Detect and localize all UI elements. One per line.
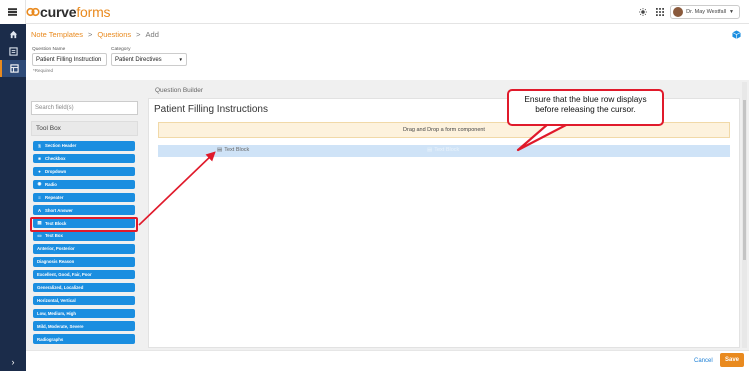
toolbox-title: Tool Box: [31, 121, 138, 136]
toolbox-item-diagnosis-reason[interactable]: Diagnosis Reason: [33, 257, 135, 267]
chevron-down-icon: ▼: [729, 9, 734, 15]
user-name: Dr. May Westfall: [686, 9, 727, 15]
text-block-highlight: [30, 217, 138, 232]
tool-label: Low, Medium, High: [37, 310, 76, 316]
tool-label: Dropdown: [45, 169, 67, 175]
theme-sun-icon[interactable]: [639, 8, 647, 16]
category-select[interactable]: Patient Directives ▼: [111, 53, 187, 66]
user-menu[interactable]: Dr. May Westfall ▼: [670, 5, 740, 19]
templates-icon[interactable]: [0, 60, 26, 77]
toolbox-item-text-box[interactable]: ▭ Text Box: [33, 231, 135, 241]
tool-icon: §: [38, 143, 41, 149]
apps-grid-icon[interactable]: [656, 8, 664, 16]
expand-chevron-icon[interactable]: ›: [0, 357, 26, 367]
scrollbar[interactable]: [742, 82, 747, 348]
question-name-group: Question Name Patient Filling Instructio…: [32, 47, 107, 66]
toolbox-item-anterior-posterior[interactable]: Anterior, Posterior: [33, 244, 135, 254]
tool-icon: ■: [38, 156, 41, 162]
logo-text-forms: forms: [76, 4, 111, 20]
toolbox-item-excellent-good-fair-poor[interactable]: Excellent, Good, Fair, Poor: [33, 269, 135, 280]
curveforms-logo[interactable]: curve forms: [26, 4, 111, 20]
category-label: Category: [111, 47, 131, 52]
builder-title: Patient Filling Instructions: [154, 104, 268, 115]
tool-label: Radio: [45, 181, 57, 187]
tool-label: Mild, Moderate, Severe: [37, 323, 84, 329]
tool-label: Checkbox: [45, 156, 66, 162]
logo-mark-icon: [26, 7, 40, 17]
toolbox-item-mild-moderate-severe[interactable]: Mild, Moderate, Severe: [33, 321, 135, 331]
toolbox-list: § Section Header ■ Checkbox ● Dropdown ◉ Radio ≡…: [33, 141, 135, 347]
ghost-text-block: ▤ Text Block: [427, 147, 460, 153]
tool-icon: ◉: [37, 181, 42, 187]
top-header: curve forms Dr. May Westfall ▼: [26, 0, 749, 24]
tool-label: Horizontal, Vertical: [37, 297, 76, 303]
dragged-text-block[interactable]: ▤ Text Block: [217, 147, 249, 153]
tool-label: Short Answer: [45, 207, 73, 213]
toolbox-item-radio[interactable]: ◉ Radio: [33, 179, 135, 190]
tool-icon: ≡: [38, 194, 41, 200]
tool-icon: ▭: [37, 232, 42, 238]
toolbox-item-generalized-localized[interactable]: Generalized, Localized: [33, 282, 135, 293]
breadcrumb-note-templates[interactable]: Note Templates: [31, 30, 83, 39]
tool-icon: ●: [38, 169, 41, 175]
instruction-callout: Ensure that the blue row displays before…: [507, 89, 664, 126]
question-builder-label: Question Builder: [155, 87, 204, 94]
menu-icon[interactable]: [0, 0, 26, 24]
tool-label: Section Header: [45, 143, 77, 149]
breadcrumb-current: Add: [145, 30, 159, 39]
cube-icon[interactable]: [732, 30, 741, 39]
footer-bar: [26, 350, 749, 371]
toolbox-item-repeater[interactable]: ≡ Repeater: [33, 192, 135, 203]
breadcrumb: Note Templates > Questions > Add: [31, 30, 159, 39]
cancel-button[interactable]: Cancel: [694, 355, 713, 366]
question-name-field[interactable]: Patient Filling Instruction: [32, 53, 107, 66]
search-fields-input[interactable]: Search field(s): [31, 101, 138, 115]
tool-label: Excellent, Good, Fair, Poor: [37, 272, 92, 278]
tool-label: Anterior, Posterior: [37, 246, 75, 252]
text-block-icon: ▤: [427, 147, 433, 153]
left-nav-rail: ›: [0, 0, 26, 371]
tool-label: Repeater: [45, 194, 64, 200]
category-group: Category Patient Directives ▼: [111, 47, 187, 66]
tool-label: Diagnosis Reason: [37, 259, 75, 265]
toolbox-item-horizontal-vertical[interactable]: Horizontal, Vertical: [33, 295, 135, 306]
toolbox-item-short-answer[interactable]: A Short Answer: [33, 205, 135, 215]
toolbox-item-radiographs[interactable]: Radiographs: [33, 334, 135, 344]
avatar: [673, 7, 684, 17]
logo-text-curve: curve: [40, 4, 77, 20]
tool-label: Radiographs: [37, 336, 64, 342]
tool-icon: A: [37, 207, 42, 213]
required-note: *Required: [33, 68, 54, 73]
breadcrumb-separator: >: [87, 30, 93, 39]
toolbox-item-dropdown[interactable]: ● Dropdown: [33, 166, 135, 177]
breadcrumb-separator: >: [136, 30, 141, 39]
breadcrumb-questions[interactable]: Questions: [97, 30, 131, 39]
toolbox-item-low-medium-high[interactable]: Low, Medium, High: [33, 308, 135, 319]
toolbox-item-checkbox[interactable]: ■ Checkbox: [33, 153, 135, 164]
tool-label: Text Box: [45, 233, 63, 239]
tool-label: Generalized, Localized: [37, 285, 84, 291]
question-name-label: Question Name: [32, 47, 66, 52]
save-button[interactable]: Save: [720, 353, 744, 367]
chevron-down-icon: ▼: [178, 57, 183, 62]
toolbox-item-section-header[interactable]: § Section Header: [33, 141, 135, 151]
home-icon[interactable]: [0, 26, 26, 43]
text-block-icon: ▤: [217, 147, 223, 153]
forms-icon[interactable]: [0, 43, 26, 60]
